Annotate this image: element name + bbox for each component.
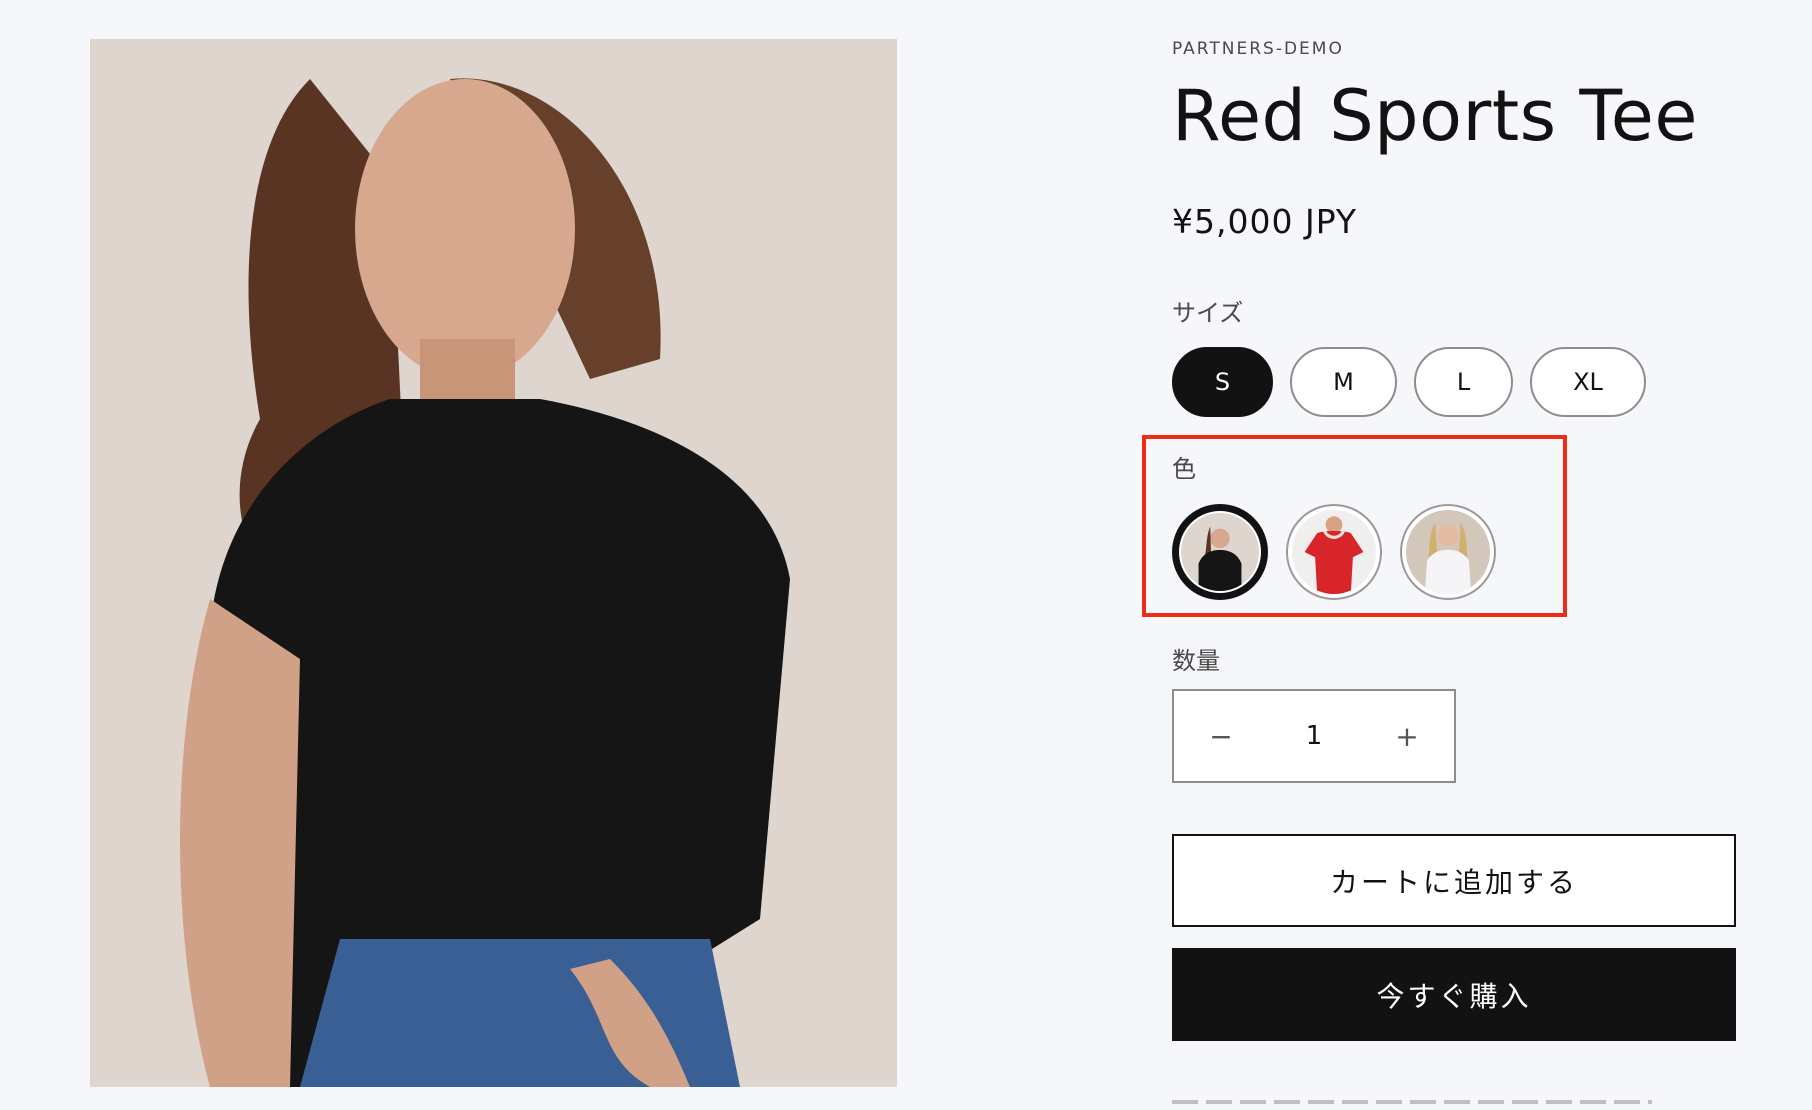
color-swatch-white[interactable] xyxy=(1400,504,1496,600)
product-title: Red Sports Tee xyxy=(1172,75,1698,157)
size-label: サイズ xyxy=(1172,299,1244,327)
quantity-decrease-button[interactable]: − xyxy=(1174,691,1268,781)
color-label: 色 xyxy=(1172,455,1196,483)
color-swatches xyxy=(1172,504,1496,600)
color-swatch-red[interactable] xyxy=(1286,504,1382,600)
buy-now-button[interactable]: 今すぐ購入 xyxy=(1172,948,1736,1041)
red-tee-thumbnail-icon xyxy=(1292,510,1376,594)
vendor-name: PARTNERS-DEMO xyxy=(1172,39,1344,59)
product-price: ¥5,000 JPY xyxy=(1172,202,1358,241)
product-info: PARTNERS-DEMO Red Sports Tee ¥5,000 JPY … xyxy=(1142,0,1762,1110)
size-option-s[interactable]: S xyxy=(1172,347,1273,417)
size-options: S M L XL xyxy=(1172,347,1646,417)
quantity-input[interactable]: 1 xyxy=(1268,721,1360,751)
model-photo-icon xyxy=(90,39,897,1087)
quantity-label: 数量 xyxy=(1172,647,1220,675)
white-top-thumbnail-icon xyxy=(1406,510,1490,594)
size-option-xl[interactable]: XL xyxy=(1530,347,1646,417)
color-swatch-black[interactable] xyxy=(1172,504,1268,600)
quantity-increase-button[interactable]: + xyxy=(1360,691,1454,781)
quantity-stepper: − 1 + xyxy=(1172,689,1456,783)
size-option-m[interactable]: M xyxy=(1290,347,1397,417)
add-to-cart-button[interactable]: カートに追加する xyxy=(1172,834,1736,927)
below-fold-text-fragment xyxy=(1172,1100,1652,1104)
black-tee-thumbnail-icon xyxy=(1181,513,1259,591)
product-image[interactable] xyxy=(90,39,897,1087)
size-option-l[interactable]: L xyxy=(1414,347,1513,417)
